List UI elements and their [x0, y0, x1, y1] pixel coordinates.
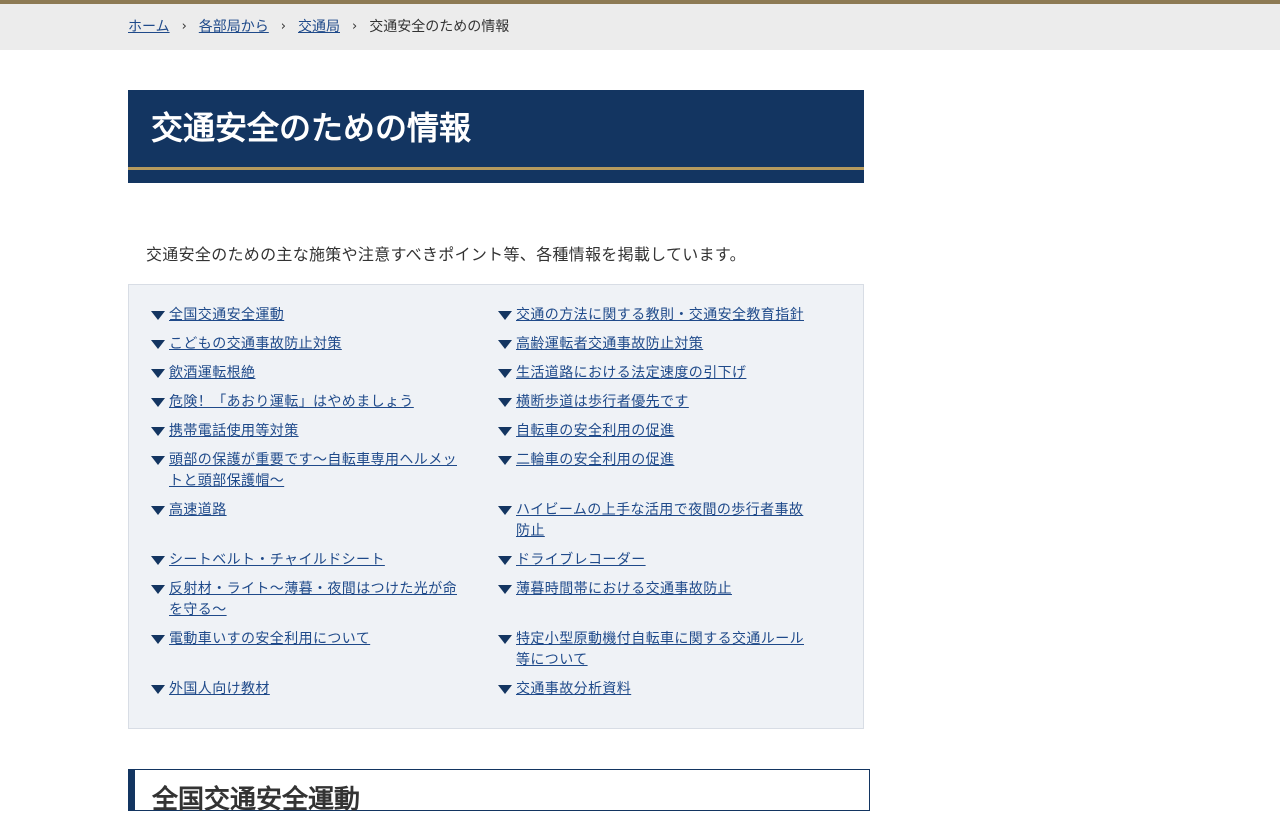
triangle-down-icon [498, 456, 512, 465]
link-item: こどもの交通事故防止対策 [151, 334, 469, 355]
link-item: 交通の方法に関する教則・交通安全教育指針 [498, 305, 816, 326]
triangle-down-icon [151, 340, 165, 349]
anchor-link[interactable]: ハイビームの上手な活用で夜間の歩行者事故防止 [516, 500, 816, 542]
link-item: ドライブレコーダー [498, 550, 816, 571]
chevron-right-icon: › [280, 19, 286, 34]
anchor-link[interactable]: シートベルト・チャイルドシート [169, 550, 469, 571]
triangle-down-icon [151, 311, 165, 320]
link-item: 反射材・ライト～薄暮・夜間はつけた光が命を守る～ [151, 579, 469, 621]
anchor-link[interactable]: 携帯電話使用等対策 [169, 421, 469, 442]
anchor-link[interactable]: 二輪車の安全利用の促進 [516, 450, 816, 471]
anchor-link[interactable]: 頭部の保護が重要です～自転車専用ヘルメットと頭部保護帽～ [169, 450, 469, 492]
section-heading: 全国交通安全運動 [152, 785, 361, 815]
page-title-box: 交通安全のための情報 [128, 90, 864, 167]
triangle-down-icon [498, 340, 512, 349]
link-item: 高齢運転者交通事故防止対策 [498, 334, 816, 355]
link-item: 携帯電話使用等対策 [151, 421, 469, 442]
anchor-link[interactable]: 自転車の安全利用の促進 [516, 421, 816, 442]
anchor-link[interactable]: 反射材・ライト～薄暮・夜間はつけた光が命を守る～ [169, 579, 469, 621]
link-item: 外国人向け教材 [151, 679, 469, 700]
anchor-link[interactable]: こどもの交通事故防止対策 [169, 334, 469, 355]
anchor-link[interactable]: 電動車いすの安全利用について [169, 629, 469, 650]
link-item: 特定小型原動機付自転車に関する交通ルール等について [498, 629, 816, 671]
triangle-down-icon [498, 369, 512, 378]
link-item: シートベルト・チャイルドシート [151, 550, 469, 571]
triangle-down-icon [498, 585, 512, 594]
link-item: 交通事故分析資料 [498, 679, 816, 700]
breadcrumb-current: 交通安全のための情報 [369, 19, 510, 35]
anchor-link[interactable]: 高速道路 [169, 500, 469, 521]
link-item: 全国交通安全運動 [151, 305, 469, 326]
triangle-down-icon [151, 685, 165, 694]
link-item: 危険！「あおり運転」はやめましょう [151, 392, 469, 413]
link-item: 電動車いすの安全利用について [151, 629, 469, 650]
chevron-right-icon: › [352, 19, 358, 34]
triangle-down-icon [498, 427, 512, 436]
anchor-link[interactable]: 危険！「あおり運転」はやめましょう [169, 392, 469, 413]
anchor-link-panel: 全国交通安全運動 こどもの交通事故防止対策 飲酒運転根絶 危険！「あおり運転」は… [128, 284, 864, 729]
title-bottom-band [128, 170, 864, 183]
anchor-link[interactable]: 全国交通安全運動 [169, 305, 469, 326]
breadcrumb-transport-bureau-link[interactable]: 交通局 [298, 18, 340, 36]
anchor-link[interactable]: 交通事故分析資料 [516, 679, 816, 700]
triangle-down-icon [151, 369, 165, 378]
triangle-down-icon [498, 506, 512, 515]
link-item: 自転車の安全利用の促進 [498, 421, 816, 442]
link-item: 薄暮時間帯における交通事故防止 [498, 579, 816, 600]
link-item: 飲酒運転根絶 [151, 363, 469, 384]
chevron-right-icon: › [181, 19, 187, 34]
link-item: 二輪車の安全利用の促進 [498, 450, 816, 471]
triangle-down-icon [151, 456, 165, 465]
page-title: 交通安全のための情報 [151, 109, 472, 147]
breadcrumb-bar: ホーム › 各部局から › 交通局 › 交通安全のための情報 [0, 4, 1280, 50]
triangle-down-icon [498, 685, 512, 694]
triangle-down-icon [498, 635, 512, 644]
breadcrumb-home-link[interactable]: ホーム [128, 18, 170, 36]
triangle-down-icon [498, 556, 512, 565]
link-item: 生活道路における法定速度の引下げ [498, 363, 816, 384]
anchor-link[interactable]: 交通の方法に関する教則・交通安全教育指針 [516, 305, 816, 326]
anchor-link[interactable]: 高齢運転者交通事故防止対策 [516, 334, 816, 355]
breadcrumb-departments-link[interactable]: 各部局から [199, 18, 269, 36]
page-intro-text: 交通安全のための主な施策や注意すべきポイント等、各種情報を掲載しています。 [146, 245, 746, 264]
link-item: ハイビームの上手な活用で夜間の歩行者事故防止 [498, 500, 816, 542]
triangle-down-icon [151, 398, 165, 407]
anchor-link[interactable]: 生活道路における法定速度の引下げ [516, 363, 816, 384]
triangle-down-icon [151, 556, 165, 565]
breadcrumb: ホーム › 各部局から › 交通局 › 交通安全のための情報 [128, 18, 509, 36]
anchor-link[interactable]: 横断歩道は歩行者優先です [516, 392, 816, 413]
link-item: 高速道路 [151, 500, 469, 521]
triangle-down-icon [498, 398, 512, 407]
anchor-link[interactable]: 特定小型原動機付自転車に関する交通ルール等について [516, 629, 816, 671]
anchor-link[interactable]: 外国人向け教材 [169, 679, 469, 700]
triangle-down-icon [151, 585, 165, 594]
triangle-down-icon [151, 506, 165, 515]
section-heading-box: 全国交通安全運動 [128, 769, 870, 815]
link-item: 横断歩道は歩行者優先です [498, 392, 816, 413]
link-item: 頭部の保護が重要です～自転車専用ヘルメットと頭部保護帽～ [151, 450, 469, 492]
triangle-down-icon [498, 311, 512, 320]
anchor-link[interactable]: 薄暮時間帯における交通事故防止 [516, 579, 816, 600]
triangle-down-icon [151, 427, 165, 436]
anchor-link[interactable]: ドライブレコーダー [516, 550, 816, 571]
triangle-down-icon [151, 635, 165, 644]
anchor-link[interactable]: 飲酒運転根絶 [169, 363, 469, 384]
